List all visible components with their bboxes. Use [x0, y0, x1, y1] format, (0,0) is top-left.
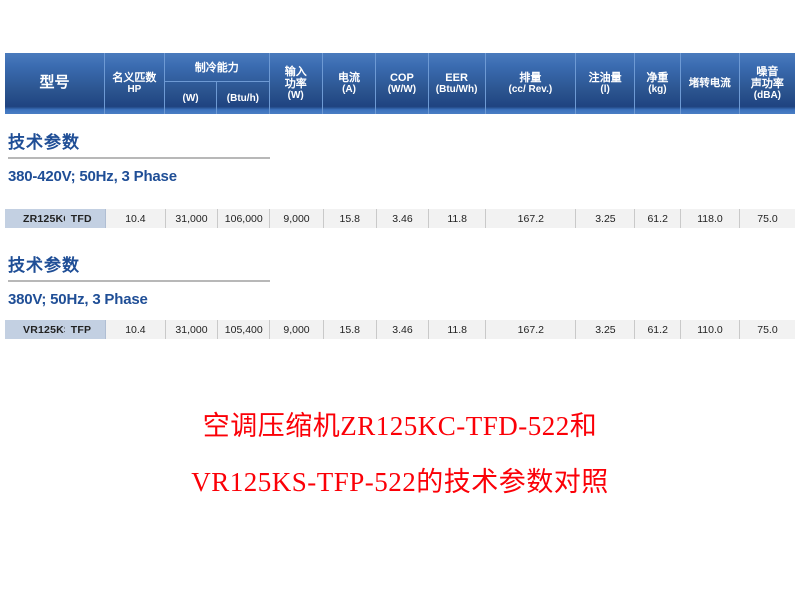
header-label-locked-rotor-current: 堵转电流 — [688, 76, 731, 89]
section-title-1: 技术参数 — [8, 133, 80, 152]
cell-displacement-1: 167.2 — [486, 209, 577, 228]
header-cell-cop: COP (W/W) — [376, 53, 429, 114]
header-cell-oil-charge: 注油量 (l) — [576, 53, 636, 114]
header-cell-model: 型号 — [5, 53, 105, 114]
header-cell-input-power: 输入 功率 (W) — [270, 53, 323, 114]
header-label-model: 型号 — [39, 74, 70, 92]
cell-capacity-btu-2: 105,400 — [218, 320, 271, 339]
header-unit-cop: (W/W) — [387, 84, 417, 96]
spec-comparison-page: 型号 名义匹数 HP 制冷能力 (W) (Btu/h) 输入 功率 (W) 电流… — [0, 0, 800, 600]
header-cell-current: 电流 (A) — [323, 53, 377, 114]
header-cell-nominal-hp: 名义匹数 HP — [105, 53, 165, 114]
header-cell-locked-rotor-current: 堵转电流 — [681, 53, 740, 114]
section-subtitle-1: 380-420V; 50Hz, 3 Phase — [8, 168, 177, 185]
header-label-cop: COP — [389, 71, 414, 84]
header-label-eer: EER — [445, 71, 468, 84]
header-subgroup-cooling-capacity: (W) (Btu/h) — [165, 82, 269, 114]
cell-current-1: 15.8 — [324, 209, 377, 228]
header-cell-cooling-capacity: 制冷能力 (W) (Btu/h) — [164, 53, 270, 114]
cell-noise-2: 75.0 — [757, 323, 778, 336]
header-unit-net-weight: (kg) — [648, 84, 667, 96]
section-divider-1 — [8, 157, 270, 159]
header-unit-oil-charge: (l) — [600, 84, 610, 96]
header-cell-noise-power: 噪音 声功率 (dBA) — [740, 53, 795, 114]
header-unit-capacity-w: (W) — [165, 82, 218, 114]
cell-capacity-w-2: 31,000 — [166, 320, 219, 339]
header-label-net-weight: 净重 — [646, 71, 669, 84]
header-label-cooling-capacity: 制冷能力 — [164, 53, 269, 82]
header-unit-input-power: (W) — [287, 90, 304, 102]
header-label-nominal-hp: 名义匹数 — [112, 71, 157, 84]
cell-input-power-1: 9,000 — [270, 209, 324, 228]
cell-net-weight-1: 61.2 — [635, 209, 681, 228]
section-block-1: 技术参数 380-420V; 50Hz, 3 Phase — [8, 128, 328, 185]
cell-input-power-2: 9,000 — [270, 320, 324, 339]
cell-variant-1: TFD — [64, 209, 106, 228]
header-label-input-power: 输入 功率 — [284, 65, 307, 90]
section-divider-2 — [8, 280, 270, 282]
caption-line-2: VR125KS-TFP-522的技术参数对照 — [191, 467, 609, 497]
cell-nominal-hp-1: 10.4 — [106, 209, 166, 228]
header-unit-current: (A) — [342, 84, 356, 96]
header-unit-capacity-btu: (Btu/h) — [226, 92, 260, 104]
cell-locked-rotor-2: 110.0 — [681, 320, 740, 339]
section-block-2: 技术参数 380V; 50Hz, 3 Phase — [8, 251, 328, 308]
cell-cop-1: 3.46 — [377, 209, 430, 228]
cell-eer-2: 11.8 — [429, 320, 487, 339]
cell-cop-2: 3.46 — [377, 320, 430, 339]
cell-variant-2: TFP — [64, 320, 106, 339]
cell-oil-charge-2: 3.25 — [576, 320, 636, 339]
header-unit-noise-power: (dBA) — [753, 90, 781, 102]
table-row-zr125kc: ZR125KC TFD 10.4 31,000 106,000 9,000 15… — [5, 209, 795, 228]
spec-table-header: 型号 名义匹数 HP 制冷能力 (W) (Btu/h) 输入 功率 (W) 电流… — [5, 53, 795, 114]
table-row-vr125ks: VR125KS TFP 10.4 31,000 105,400 9,000 15… — [5, 320, 795, 339]
section-subtitle-2: 380V; 50Hz, 3 Phase — [8, 291, 148, 308]
header-unit-nominal-hp: HP — [127, 84, 142, 96]
header-label-oil-charge: 注油量 — [588, 71, 622, 84]
cell-net-weight-2: 61.2 — [635, 320, 681, 339]
section-title-2: 技术参数 — [8, 256, 80, 275]
header-cell-net-weight: 净重 (kg) — [635, 53, 681, 114]
cell-capacity-w-1: 31,000 — [166, 209, 219, 228]
header-cell-eer: EER (Btu/Wh) — [429, 53, 486, 114]
cell-displacement-2: 167.2 — [486, 320, 577, 339]
cell-model-1: ZR125KC — [5, 209, 65, 228]
header-cell-displacement: 排量 (cc/ Rev.) — [486, 53, 577, 114]
cell-model-2: VR125KS — [5, 320, 65, 339]
cell-eer-1: 11.8 — [429, 209, 487, 228]
cell-nominal-hp-2: 10.4 — [106, 320, 166, 339]
header-label-noise-power: 噪音 声功率 — [750, 65, 784, 90]
cell-current-2: 15.8 — [324, 320, 377, 339]
cell-oil-charge-1: 3.25 — [576, 209, 636, 228]
header-label-current: 电流 — [338, 71, 361, 84]
header-unit-displacement: (cc/ Rev.) — [508, 84, 553, 96]
header-unit-eer: (Btu/Wh) — [435, 84, 478, 96]
page-caption: 空调压缩机ZR125KC-TFD-522和 VR125KS-TFP-522的技术… — [0, 398, 800, 510]
cell-capacity-btu-1: 106,000 — [218, 209, 271, 228]
header-label-displacement: 排量 — [519, 71, 542, 84]
caption-line-1: 空调压缩机ZR125KC-TFD-522和 — [202, 411, 598, 441]
cell-locked-rotor-1: 118.0 — [681, 209, 740, 228]
cell-noise-1: 75.0 — [757, 212, 778, 225]
